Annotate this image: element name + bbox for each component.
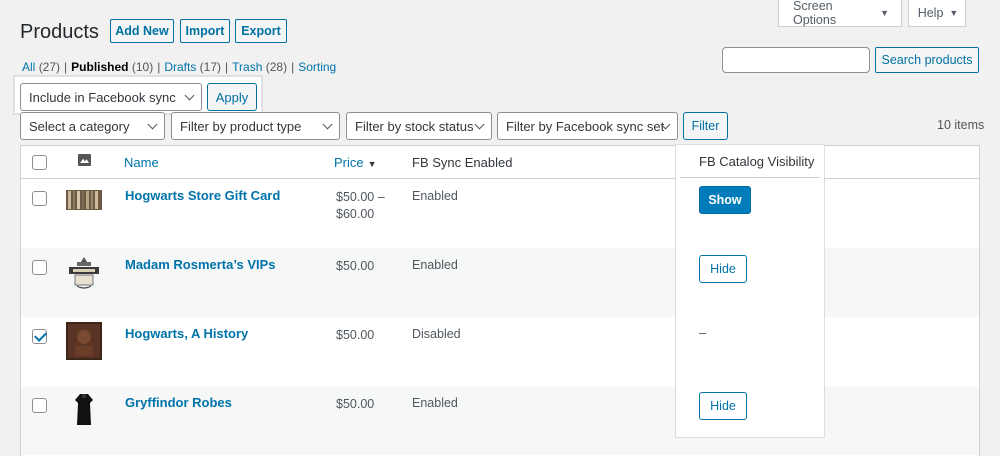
chevron-down-icon [474,119,485,130]
column-fb-sync: FB Sync Enabled [412,155,513,170]
product-thumbnail[interactable] [65,253,103,291]
caret-down-icon: ▼ [949,7,959,18]
product-thumbnail[interactable] [65,391,103,429]
row-checkbox[interactable] [32,191,47,206]
row-checkbox[interactable] [32,398,47,413]
table-row: Hogwarts Store Gift Card $50.00 – $60.00 … [21,179,979,248]
caret-down-icon: ▼ [880,7,889,18]
row-checkbox[interactable] [32,260,47,275]
screen-options-label: Screen Options [793,0,837,27]
help-tab[interactable]: Help ▼ [908,0,966,27]
fb-sync-status: Enabled [412,189,458,203]
add-new-button[interactable]: Add New [110,19,174,43]
view-sorting-link[interactable]: Sorting [298,60,336,74]
table-row: Gryffindor Robes $50.00 Enabled [21,386,979,455]
page-title: Products [20,21,99,43]
fb-sync-status: Disabled [412,327,461,341]
table-header: Name Price ▼ FB Sync Enabled [21,146,979,179]
view-trash-link[interactable]: Trash (28) [232,60,287,74]
chevron-down-icon [322,119,333,130]
sort-down-icon: ▼ [367,159,377,169]
product-name-link[interactable]: Gryffindor Robes [125,395,232,410]
column-name[interactable]: Name [124,155,159,170]
product-price: $50.00 [336,328,375,342]
items-count: 10 items [937,118,985,132]
fb-sync-set-filter-select[interactable]: Filter by Facebook sync set [497,112,678,140]
product-price: $50.00 [336,259,375,273]
fb-sync-status: Enabled [412,396,458,410]
table-row: Hogwarts, A History $50.00 Disabled [21,317,979,386]
bulk-actions-value: Include in Facebook sync [29,89,176,105]
hide-visibility-button[interactable]: Hide [699,255,747,283]
category-filter-select[interactable]: Select a category [20,112,165,140]
view-filters: All (27) | Published (10) | Drafts (17) | Tras… [22,60,337,74]
product-type-filter-select[interactable]: Filter by product type [171,112,340,140]
screen-options-tab[interactable]: Screen Options ▼ [778,0,902,27]
select-all-checkbox[interactable] [32,155,47,170]
column-price[interactable]: Price ▼ [334,155,377,170]
image-icon [78,154,91,166]
filter-button[interactable]: Filter [683,112,728,140]
search-input[interactable] [722,47,870,73]
product-price: $50.00 [336,397,375,411]
fb-sync-status: Enabled [412,258,458,272]
stock-status-filter-select[interactable]: Filter by stock status [346,112,492,140]
product-name-link[interactable]: Madam Rosmerta’s VIPs [125,257,276,272]
show-visibility-button[interactable]: Show [699,186,751,214]
search-products-button[interactable]: Search products [875,47,979,73]
view-published-link[interactable]: Published (10) [71,60,153,74]
products-table: Name Price ▼ FB Sync Enabled Hogwarts Sto… [20,145,980,456]
chevron-down-icon [147,119,158,130]
bulk-actions-select[interactable]: Include in Facebook sync [20,83,202,111]
chevron-down-icon [184,90,195,101]
view-all-link[interactable]: All (27) [22,60,60,74]
view-drafts-link[interactable]: Drafts (17) [164,60,221,74]
product-thumbnail[interactable] [65,322,103,360]
table-row: Madam Rosmerta’s VIPs $50.00 Enabled [21,248,979,317]
visibility-unavailable: – [699,325,707,340]
product-name-link[interactable]: Hogwarts Store Gift Card [125,188,280,203]
hide-visibility-button[interactable]: Hide [699,392,747,420]
top-tabs: Screen Options ▼ Help ▼ [778,0,966,27]
product-thumbnail[interactable] [65,187,103,211]
product-name-link[interactable]: Hogwarts, A History [125,326,248,341]
export-button[interactable]: Export [235,19,287,43]
apply-button[interactable]: Apply [207,83,257,111]
divider [680,177,820,178]
import-button[interactable]: Import [180,19,230,43]
column-fb-visibility: FB Catalog Visibility [699,154,815,169]
product-price: $50.00 – $60.00 [336,190,385,221]
row-checkbox[interactable] [32,329,47,344]
help-label: Help [917,5,944,20]
